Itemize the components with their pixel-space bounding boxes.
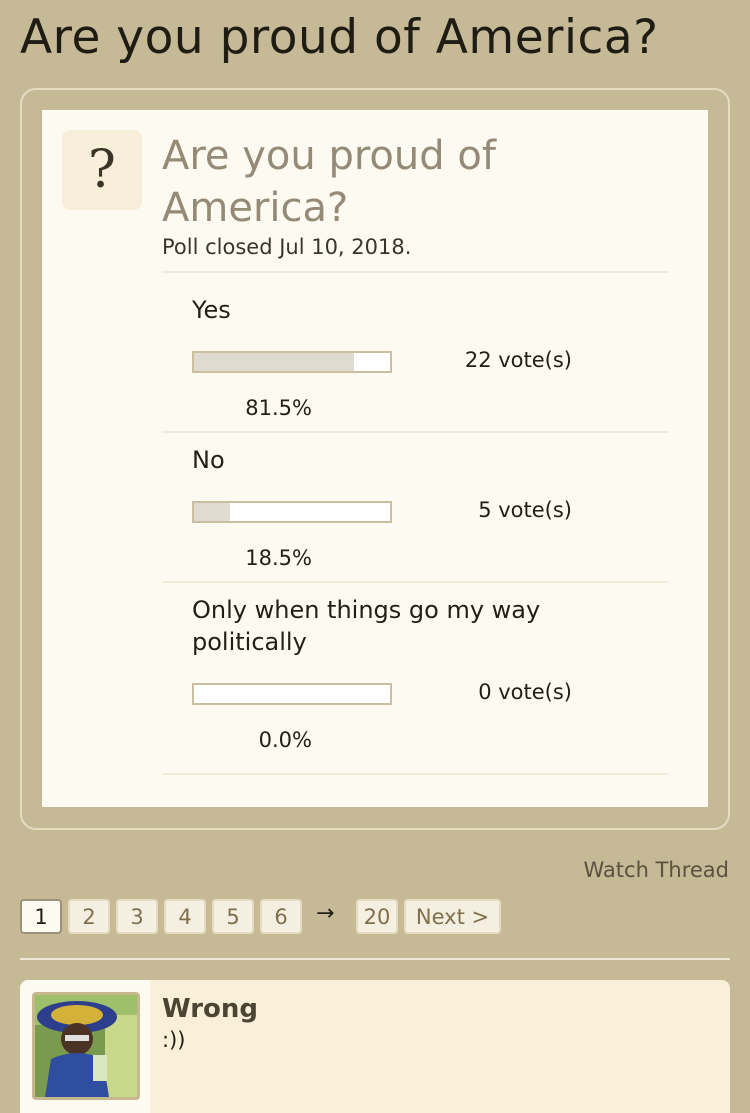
divider (20, 958, 730, 960)
question-mark-icon: ? (62, 130, 142, 210)
poll-panel: ? Are you proud of America? Poll closed … (42, 110, 708, 807)
divider (162, 581, 668, 583)
poll-option-label: No (192, 446, 225, 474)
poll-status: Poll closed Jul 10, 2018. (162, 235, 412, 259)
divider (162, 773, 668, 775)
page-link-2[interactable]: 2 (68, 899, 110, 934)
poll-option-percent: 18.5% (245, 546, 312, 570)
post-author[interactable]: Wrong (162, 994, 258, 1024)
poll-option-bar-fill (194, 353, 354, 371)
poll-option-votes: 22 vote(s) (464, 348, 572, 372)
poll-option-label: Only when things go my way politically (192, 596, 541, 656)
poll-question: Are you proud of America? (162, 133, 496, 231)
poll-option-bar (192, 351, 392, 373)
poll-option-bar (192, 683, 392, 705)
page-link-6[interactable]: 6 (260, 899, 302, 934)
poll-option-bar-fill (194, 503, 231, 521)
poll-option-bar (192, 501, 392, 523)
page-skip-arrow: → (316, 901, 335, 926)
post: Wrong :)) (20, 980, 730, 1113)
next-page-button[interactable]: Next > (404, 899, 501, 934)
avatar[interactable] (32, 992, 140, 1100)
poll-option-votes: 5 vote(s) (478, 498, 572, 522)
page-title: Are you proud of America? (20, 10, 659, 65)
page-link-1[interactable]: 1 (20, 899, 62, 934)
poll-option-percent: 0.0% (258, 728, 312, 752)
avatar-image (35, 995, 137, 1097)
poll-option-votes: 0 vote(s) (478, 680, 572, 704)
divider (162, 271, 668, 273)
poll-option-label: Yes (192, 296, 231, 324)
page-link-5[interactable]: 5 (212, 899, 254, 934)
page-link-last[interactable]: 20 (356, 899, 398, 934)
page-link-3[interactable]: 3 (116, 899, 158, 934)
watch-thread-link[interactable]: Watch Thread (584, 858, 729, 882)
post-text: :)) (162, 1028, 186, 1052)
page-link-4[interactable]: 4 (164, 899, 206, 934)
poll-option-percent: 81.5% (245, 396, 312, 420)
divider (162, 431, 668, 433)
post-avatar-column (20, 980, 150, 1113)
